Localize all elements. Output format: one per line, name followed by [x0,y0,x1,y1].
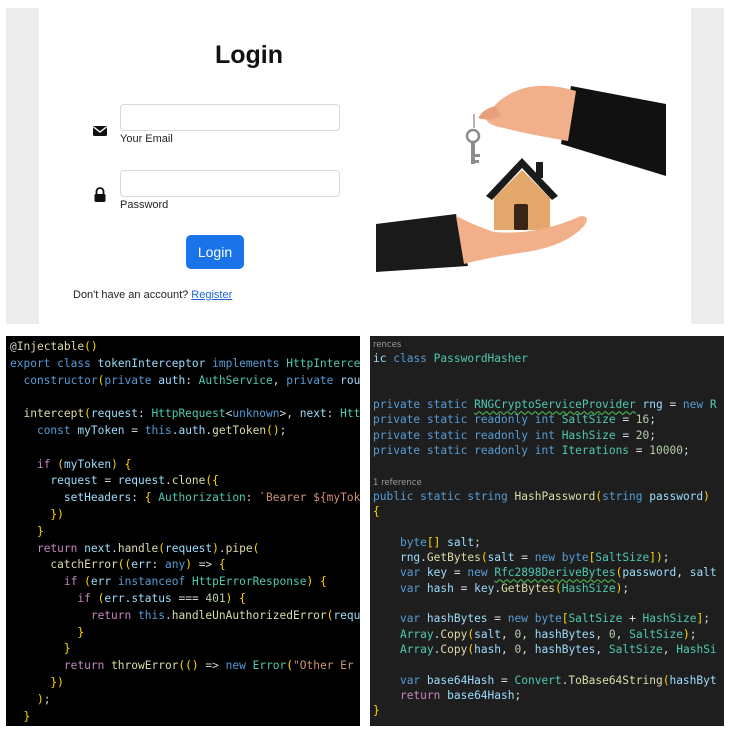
code-line: export class tokenInterceptor implements… [10,356,360,370]
envelope-icon [93,126,107,136]
code-line: } [23,709,31,723]
register-link[interactable]: Register [191,289,232,301]
code-line: request = request.clone({ [50,474,219,488]
code-line: setHeaders: { Authorization: `Bearer ${m… [63,491,360,505]
code-line: rences [373,340,402,350]
code-line: return next.handle(request).pipe( [36,541,260,555]
signup-prompt: Don't have an account? Register [73,289,232,301]
code-line: byte[] salt; [399,535,481,549]
code-line: }) [50,507,64,521]
code-line: var hashBytes = new byte[SaltSize + Hash… [399,612,710,626]
code-line: rng.GetBytes(salt = new byte[SaltSize]); [399,551,670,565]
ts-code-editor: @Injectable() export class tokenIntercept… [6,336,360,726]
code-line: private static readonly int HashSize = 2… [373,428,657,442]
email-field[interactable] [120,104,340,131]
code-line: if (myToken) { [36,457,132,471]
login-screenshot: Login Your Email Password Login Don't ha… [6,8,724,324]
code-line: return base64Hash; [399,688,522,702]
code-line: constructor(private auth: AuthService, p… [23,373,360,387]
code-line: var hash = key.GetBytes(HashSize); [399,581,630,595]
code-line: ); [36,692,51,706]
lock-icon [94,187,106,202]
cs-code-editor: rences ic class PasswordHasher private st… [370,336,724,726]
code-line: 1 reference [373,477,422,488]
password-label: Password [120,199,169,211]
code-line: private static RNGCryptoServiceProvider … [373,398,717,412]
code-line: const myToken = this.auth.getToken(); [36,423,287,437]
code-line: var base64Hash = Convert.ToBase64String(… [399,673,717,687]
password-field[interactable] [120,170,340,197]
house-key-illustration [376,85,666,272]
code-line: private static readonly int SaltSize = 1… [373,413,657,427]
code-line: if (err.status === 401) { [77,591,246,605]
code-line: var key = new Rfc2898DeriveBytes(passwor… [399,566,717,580]
email-label: Your Email [120,133,173,145]
code-line: } [36,524,44,538]
page-title: Login [214,41,284,69]
code-line: public static string HashPassword(string… [373,489,710,503]
code-line: ic class PasswordHasher [373,352,528,366]
code-line: Array.Copy(hash, 0, hashBytes, SaltSize,… [399,642,717,656]
code-line: @Injectable() [10,340,98,353]
code-line: return throwError(() => new Error("Other… [63,659,354,673]
code-line: return this.handleUnAuthorizedError(requ [90,608,360,622]
code-line: } [77,625,85,639]
code-line: }) [50,675,64,689]
code-line: } [63,642,71,656]
code-line: intercept(request: HttpRequest<unknown>,… [23,407,360,421]
code-line: if (err instanceof HttpErrorResponse) { [63,575,327,589]
code-line: Array.Copy(salt, 0, hashBytes, 0, SaltSi… [399,627,697,641]
code-line: { [373,505,380,519]
login-button[interactable]: Login [186,235,244,269]
signup-text: Don't have an account? [73,289,192,301]
code-line: catchError((err: any) => { [50,558,226,572]
code-line: } [373,704,380,718]
code-line: private static readonly int Iterations =… [373,444,690,458]
